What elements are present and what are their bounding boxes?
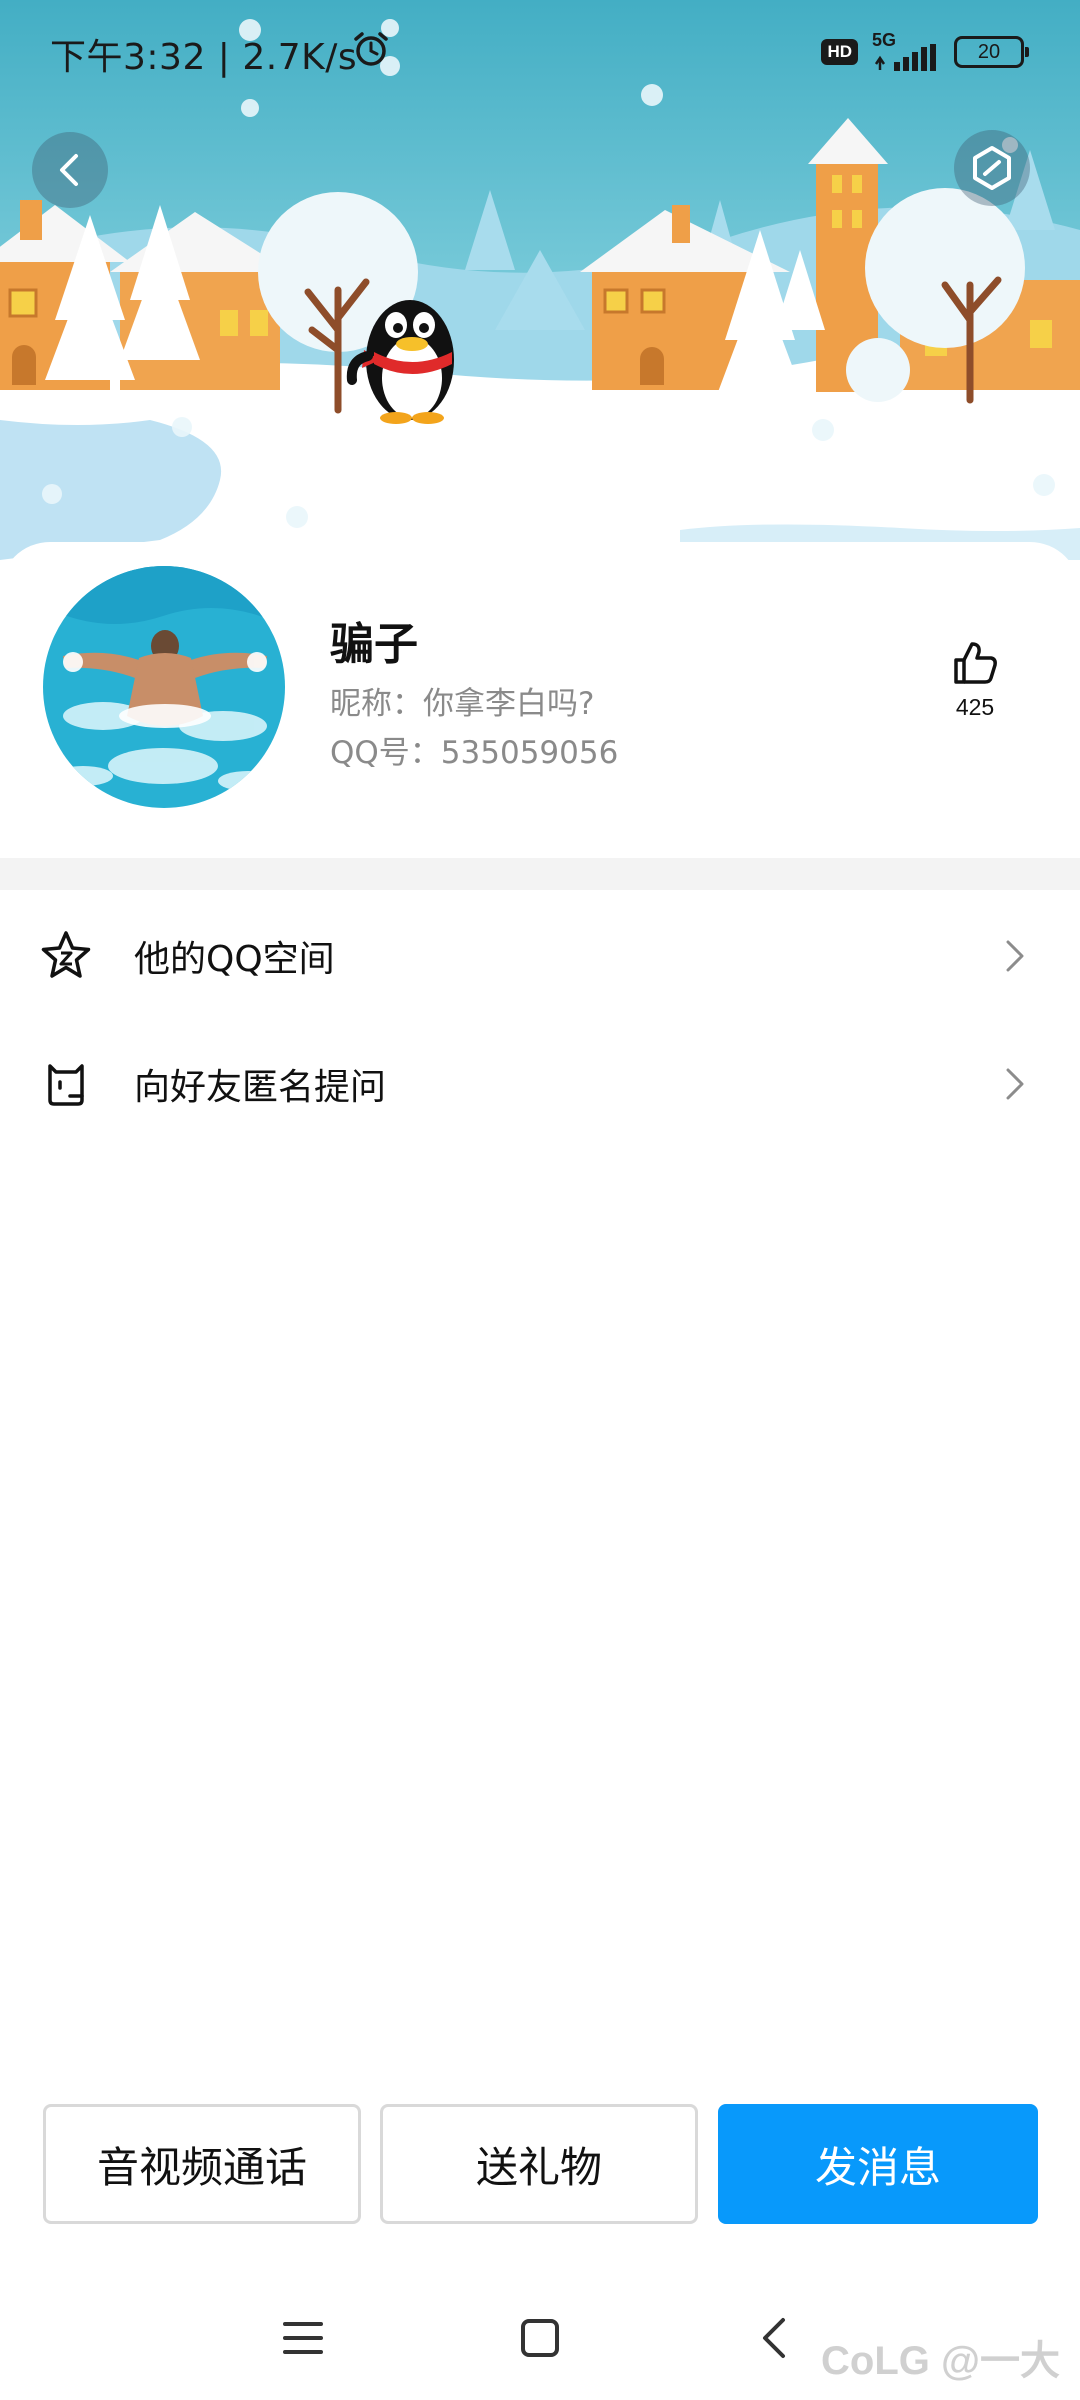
status-time: 下午3:32 | 2.7K/s <box>50 37 358 78</box>
chevron-right-icon <box>1006 1068 1024 1100</box>
status-indicators: HD 5G 20 <box>821 30 1029 74</box>
section-divider <box>0 858 1080 890</box>
send-message-button[interactable]: 发消息 <box>718 2104 1038 2224</box>
thumbs-up-icon <box>954 642 997 684</box>
alarm-clock-icon <box>354 32 388 66</box>
like-button[interactable]: 425 <box>936 638 1014 721</box>
send-gift-button[interactable]: 送礼物 <box>380 2104 698 2224</box>
nav-back-button[interactable] <box>740 2308 810 2368</box>
status-bar: 下午3:32 | 2.7K/s HD 5G 20 <box>0 0 1080 100</box>
qzone-star-icon <box>38 928 94 984</box>
avatar-photo <box>43 566 285 808</box>
qq-number-text: QQ号：535059056 <box>330 735 619 771</box>
square-home-icon <box>521 2319 559 2357</box>
avatar[interactable] <box>43 566 285 808</box>
signal-bars-icon: 5G <box>872 30 940 71</box>
menu-item-anonymous-question[interactable]: 向好友匿名提问 <box>0 1020 1080 1148</box>
back-button[interactable] <box>32 132 108 208</box>
menu-label-anonymous-question: 向好友匿名提问 <box>134 1067 387 1108</box>
video-call-button[interactable]: 音视频通话 <box>43 2104 361 2224</box>
hd-badge: HD <box>821 39 858 65</box>
nav-menu-button[interactable] <box>268 2308 338 2368</box>
triangle-back-icon <box>763 2318 785 2358</box>
hexagon-settings-icon <box>973 146 1011 190</box>
system-nav-bar: CoLG @一大 <box>0 2268 1080 2400</box>
nav-home-button[interactable] <box>505 2308 575 2368</box>
chevron-right-icon <box>1006 940 1024 972</box>
profile-card: 骗子 昵称：你拿李白吗? QQ号：535059056 425 <box>0 542 1080 858</box>
menu-label-qzone: 他的QQ空间 <box>134 939 335 980</box>
nickname-text: 昵称：你拿李白吗? <box>330 686 595 722</box>
anonymous-question-icon <box>38 1056 94 1112</box>
like-count: 425 <box>955 694 995 720</box>
menu-item-qzone[interactable]: 他的QQ空间 <box>0 892 1080 1020</box>
chevron-left-icon <box>60 154 78 186</box>
display-name: 骗子 <box>330 619 418 670</box>
battery-indicator: 20 <box>954 36 1029 68</box>
settings-button[interactable] <box>954 130 1030 206</box>
hamburger-icon <box>283 2322 323 2354</box>
watermark: CoLG @一大 <box>821 2339 1060 2383</box>
